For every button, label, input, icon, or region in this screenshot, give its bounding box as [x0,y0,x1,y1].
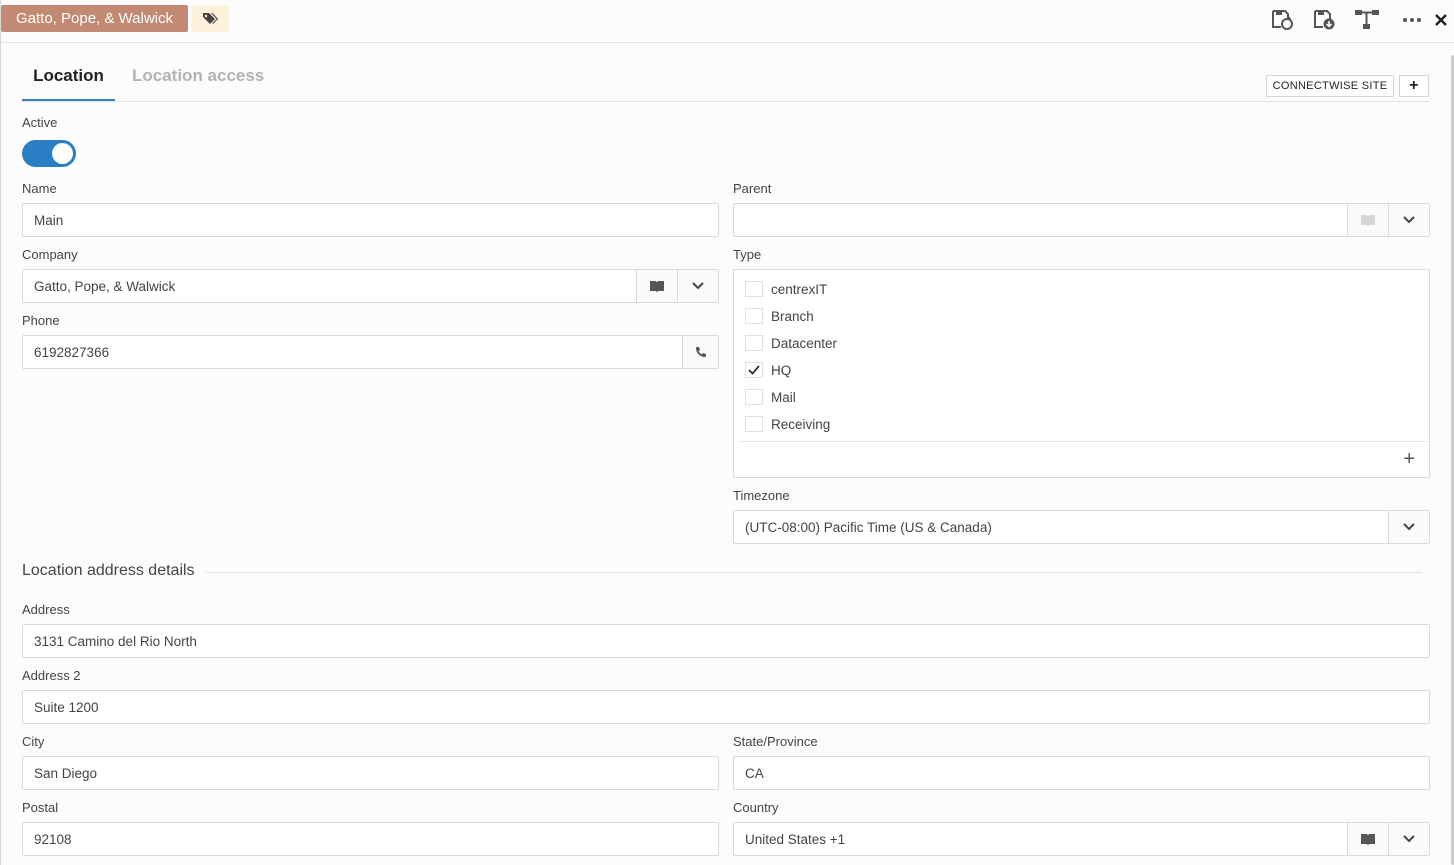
more-icon [1403,18,1421,22]
postal-input[interactable]: 92108 [22,822,719,856]
save-refresh-button[interactable] [1269,8,1295,32]
parent-lookup-button[interactable] [1347,204,1388,236]
tab-location[interactable]: Location [22,62,115,102]
book-icon [1361,834,1375,845]
type-option-label: Receiving [771,416,831,432]
phone-value: 6192827366 [34,344,110,360]
company-dropdown-button[interactable] [677,270,718,302]
type-option-datacenter[interactable]: Datacenter [745,335,837,351]
type-checkbox-group: centrexIT Branch Datacenter HQ Mail Rece… [733,269,1430,478]
parent-select[interactable] [733,203,1430,237]
parent-dropdown-button[interactable] [1388,204,1429,236]
address-section-title: Location address details [22,562,195,579]
type-option-label: Datacenter [771,335,838,351]
phone-icon [695,347,706,357]
country-label: Country [733,800,779,815]
state-label: State/Province [733,734,818,749]
type-option-label: HQ [771,362,792,378]
call-button[interactable] [682,336,718,368]
country-value: United States +1 [745,831,846,847]
address2-label: Address 2 [22,668,81,683]
active-toggle[interactable] [22,140,76,167]
parent-label: Parent [733,181,772,196]
phone-label: Phone [22,313,60,328]
phone-input[interactable]: 6192827366 [22,335,719,369]
name-label: Name [22,181,57,196]
type-option-centrexit[interactable]: centrexIT [745,281,827,297]
active-label: Active [22,115,58,130]
address-label: Address [22,602,70,617]
type-option-branch[interactable]: Branch [745,308,814,324]
type-option-label: Branch [771,308,814,324]
type-option-receiving[interactable]: Receiving [745,416,830,432]
postal-label: Postal [22,800,59,815]
type-option-mail[interactable]: Mail [745,389,796,405]
city-input[interactable]: San Diego [22,756,719,790]
company-chip[interactable]: Gatto, Pope, & Walwick [1,5,188,32]
company-label: Company [22,247,78,262]
checkbox[interactable] [745,335,763,351]
company-select[interactable]: Gatto, Pope, & Walwick [22,269,719,303]
checkbox[interactable] [745,416,763,432]
tab-location-access[interactable]: Location access [132,62,272,102]
save-refresh-icon [1272,10,1293,30]
address-input[interactable]: 3131 Camino del Rio North [22,624,1430,658]
tag-button[interactable] [191,5,229,32]
checkbox[interactable] [745,281,763,297]
name-input[interactable]: Main [22,203,719,237]
chevron-down-icon [692,282,704,290]
connectwise-site-button[interactable]: CONNECTWISE SITE [1266,75,1394,97]
company-lookup-button[interactable] [636,270,677,302]
toggle-knob [52,143,73,164]
chevron-down-icon [1403,216,1415,224]
type-option-label: Mail [771,389,796,405]
section-divider [205,572,1422,573]
close-icon [1435,14,1447,26]
check-icon [748,365,760,375]
more-button[interactable] [1399,8,1425,32]
checkbox-checked[interactable] [745,362,763,378]
checkbox[interactable] [745,389,763,405]
book-icon [1361,215,1375,226]
type-divider [739,441,1428,442]
type-option-label: centrexIT [771,281,828,297]
timezone-label: Timezone [733,488,790,503]
add-type-button[interactable]: + [1403,448,1415,471]
save-download-button[interactable] [1311,8,1337,32]
save-download-icon [1314,10,1335,30]
close-button[interactable] [1428,8,1454,32]
tag-icon [203,12,218,24]
chevron-down-icon [1403,835,1415,843]
book-icon [650,281,664,292]
tab-divider [22,101,1429,102]
country-select[interactable]: United States +1 [733,822,1430,856]
checkbox[interactable] [745,308,763,324]
country-dropdown-button[interactable] [1388,823,1429,855]
company-value: Gatto, Pope, & Walwick [34,278,176,294]
timezone-value: (UTC-08:00) Pacific Time (US & Canada) [745,519,992,535]
country-lookup-button[interactable] [1347,823,1388,855]
city-label: City [22,734,45,749]
hierarchy-button[interactable] [1354,8,1380,32]
timezone-dropdown-button[interactable] [1388,511,1429,543]
type-option-hq[interactable]: HQ [745,362,791,378]
hierarchy-icon [1355,10,1379,29]
chevron-down-icon [1403,523,1415,531]
state-input[interactable]: CA [733,756,1430,790]
type-label: Type [733,247,762,262]
timezone-select[interactable]: (UTC-08:00) Pacific Time (US & Canada) [733,510,1430,544]
address2-input[interactable]: Suite 1200 [22,690,1430,724]
add-button[interactable]: + [1399,75,1429,97]
